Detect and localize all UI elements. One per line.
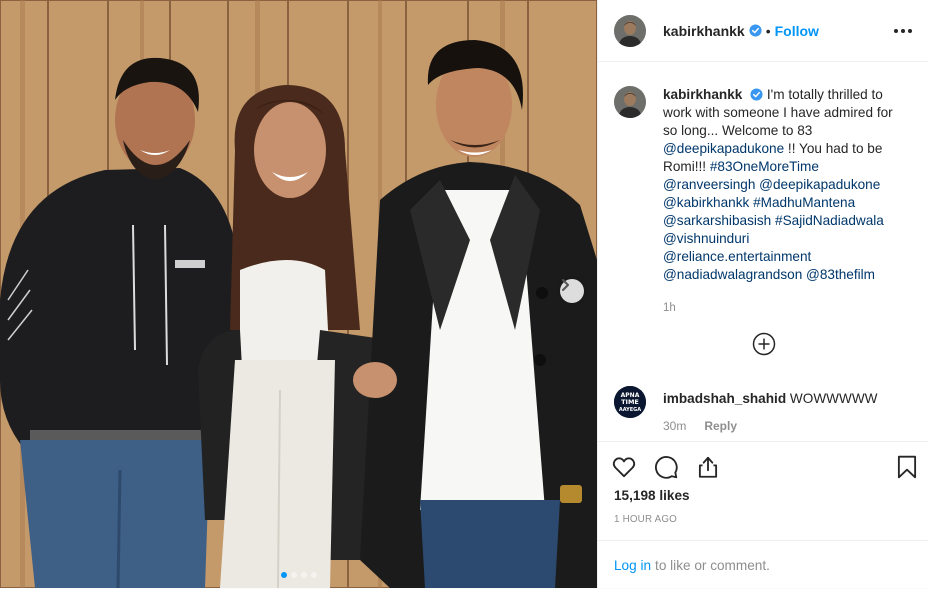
caption-username[interactable]: kabirkhankk	[663, 87, 742, 102]
carousel-dot	[280, 572, 287, 578]
login-suffix: to like or comment.	[655, 557, 770, 573]
avatar-image	[614, 14, 646, 47]
comment-time[interactable]: 30m	[663, 419, 686, 433]
hashtag-link[interactable]: #83OneMoreTime	[710, 159, 819, 174]
heart-icon[interactable]	[611, 454, 637, 480]
carousel-dot	[290, 572, 297, 578]
photo-illustration	[0, 0, 597, 588]
posted-timestamp: 1 HOUR AGO	[614, 514, 677, 525]
post-sidebar: kabirkhankk • Follow kabirkhankk I'm tot…	[597, 0, 928, 588]
tag-line-link[interactable]: @reliance.entertainment	[663, 249, 811, 264]
share-icon[interactable]	[695, 454, 721, 480]
author-avatar[interactable]	[614, 14, 646, 47]
tag-line-link[interactable]: @sarkarshibasish #SajidNadiadwala	[663, 213, 884, 228]
carousel-dot	[310, 572, 317, 578]
tag-line-link[interactable]: @kabirkhankk #MadhuMantena	[663, 195, 855, 210]
tag-line-link[interactable]: @vishnuinduri	[663, 231, 749, 246]
avatar-image: APNA TIME AAYEGA	[614, 386, 646, 418]
post-actions: 15,198 likes 1 HOUR AGO Log in to like o…	[598, 441, 928, 588]
caption-avatar[interactable]	[614, 86, 646, 118]
reply-button[interactable]: Reply	[704, 419, 737, 433]
comments-area[interactable]: kabirkhankk I'm totally thrilled to work…	[598, 62, 928, 441]
more-options-icon	[901, 28, 905, 33]
avatar-text: AAYEGA	[619, 407, 641, 413]
commenter-username[interactable]: imbadshah_shahid	[663, 391, 786, 406]
plus-circle-icon[interactable]	[752, 332, 776, 356]
carousel-dots	[0, 572, 597, 578]
chevron-right-icon	[562, 279, 569, 291]
caption-time[interactable]: 1h	[663, 299, 913, 317]
likes-count[interactable]: 15,198 likes	[614, 488, 690, 503]
caption-line: Romi!!!	[663, 159, 710, 174]
tag-line-link[interactable]: @nadiadwalagrandson @83thefilm	[663, 267, 875, 282]
action-icons	[611, 454, 721, 480]
avatar-text: TIME	[621, 398, 639, 406]
author-username[interactable]: kabirkhankk	[663, 23, 745, 39]
verified-badge-icon	[749, 24, 762, 37]
carousel-next-button[interactable]	[560, 279, 584, 303]
commenter-avatar[interactable]: APNA TIME AAYEGA	[614, 386, 646, 418]
carousel-dot	[300, 572, 307, 578]
more-options-button[interactable]	[894, 25, 912, 37]
post-photo[interactable]	[0, 0, 597, 588]
comment-icon[interactable]	[653, 454, 679, 480]
more-options-icon	[908, 28, 912, 33]
bookmark-icon[interactable]	[894, 454, 920, 480]
caption: kabirkhankk I'm totally thrilled to work…	[614, 86, 913, 317]
login-prompt: Log in to like or comment.	[598, 540, 928, 589]
comment-item: APNA TIME AAYEGA imbadshah_shahid WOWWWW…	[614, 386, 877, 433]
login-link[interactable]: Log in	[614, 558, 651, 573]
more-options-icon	[894, 28, 898, 33]
comment-text: WOWWWWW	[789, 391, 878, 406]
caption-line: work with someone I have admired for	[663, 105, 893, 120]
caption-line: !! You had to be	[784, 141, 883, 156]
follow-button[interactable]: Follow	[775, 23, 819, 39]
avatar-image	[614, 86, 646, 118]
comment-body: imbadshah_shahid WOWWWWW	[663, 386, 877, 418]
header-separator: •	[765, 22, 771, 39]
post-header: kabirkhankk • Follow	[598, 0, 928, 62]
comment-meta: 30m Reply	[663, 419, 737, 433]
caption-line: I'm totally thrilled to	[766, 87, 883, 102]
tag-line-link[interactable]: @ranveersingh @deepikapadukone	[663, 177, 880, 192]
verified-badge-icon	[750, 88, 763, 101]
caption-text: kabirkhankk I'm totally thrilled to work…	[663, 86, 913, 317]
caption-line: so long... Welcome to 83	[663, 123, 813, 138]
post-dialog: kabirkhankk • Follow kabirkhankk I'm tot…	[0, 0, 928, 588]
mention-link[interactable]: @deepikapadukone	[663, 141, 784, 156]
